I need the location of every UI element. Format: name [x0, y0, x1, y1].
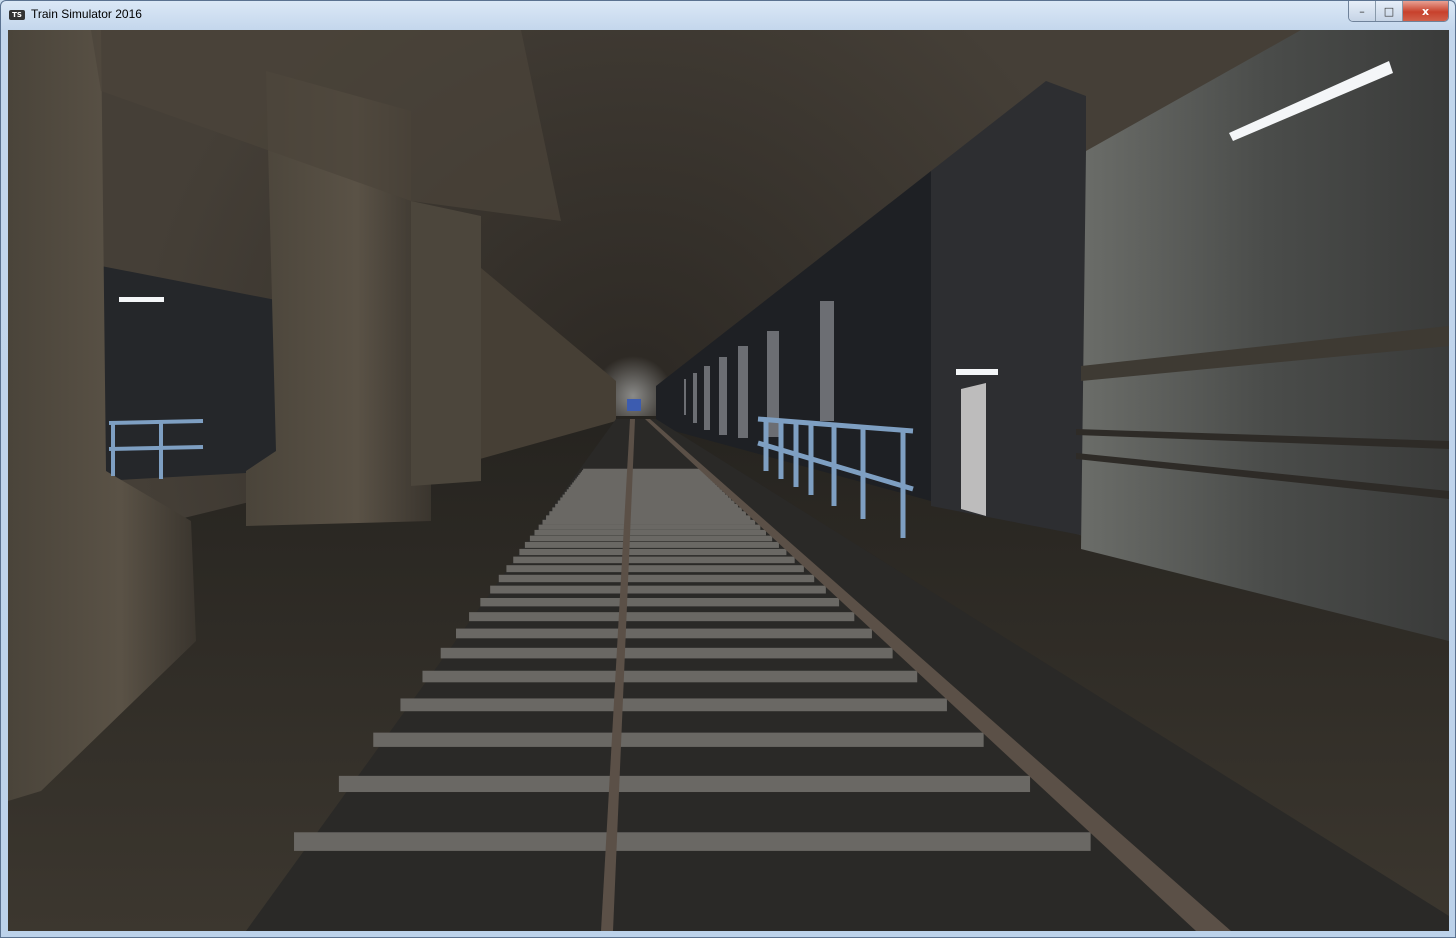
sleeper — [400, 698, 947, 712]
window-controls: – □ x — [1348, 1, 1449, 22]
minimize-button[interactable]: – — [1349, 1, 1376, 21]
title-bar[interactable]: TS Train Simulator 2016 – □ x — [1, 1, 1455, 30]
sleeper — [440, 647, 893, 659]
wall-light — [719, 357, 727, 435]
wall-light — [704, 366, 710, 430]
tunnel-scene — [8, 30, 1449, 931]
sleeper — [538, 524, 761, 530]
sleeper — [583, 468, 701, 472]
wall-light — [684, 379, 686, 415]
sleeper — [529, 535, 773, 542]
wall-light — [693, 373, 697, 423]
sleeper — [456, 628, 872, 639]
maximize-button[interactable]: □ — [1376, 1, 1403, 21]
sleeper — [546, 515, 751, 521]
ceiling-light — [119, 297, 164, 302]
sleeper — [534, 529, 767, 536]
game-viewport[interactable] — [8, 30, 1449, 931]
sleeper — [542, 519, 756, 525]
sleeper — [524, 541, 779, 548]
sleeper — [519, 548, 787, 556]
sleeper — [549, 511, 746, 516]
wall-light — [738, 346, 748, 438]
pillar — [411, 201, 481, 486]
app-window: TS Train Simulator 2016 – □ x — [0, 0, 1456, 938]
tunnel-end-light — [627, 399, 641, 411]
ceiling-light — [956, 369, 998, 375]
sleeper — [469, 612, 855, 622]
service-door — [961, 383, 986, 516]
sleeper — [373, 732, 984, 747]
sleeper — [513, 556, 795, 564]
app-icon: TS — [9, 10, 25, 20]
sleeper — [506, 565, 804, 573]
sleeper — [490, 585, 826, 594]
sleeper — [338, 775, 1031, 793]
close-button[interactable]: x — [1403, 1, 1448, 21]
wall-light — [820, 301, 834, 421]
sleeper — [480, 597, 840, 607]
sleeper — [294, 832, 1091, 851]
sleeper — [498, 574, 815, 583]
sleeper — [422, 670, 918, 683]
window-title: Train Simulator 2016 — [31, 7, 142, 21]
